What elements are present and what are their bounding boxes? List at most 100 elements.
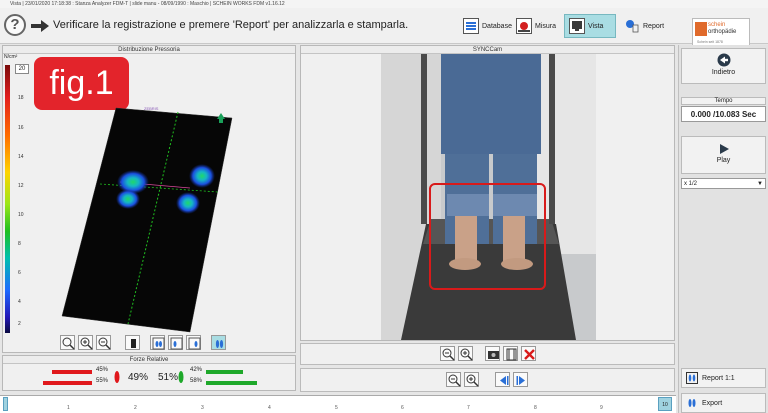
scale-tick: 18 (18, 95, 24, 101)
pressure-panel-title: Distribuzione Pressoria (3, 46, 295, 54)
scale-tick: 10 (18, 212, 24, 218)
instruction-text: Verificare la registrazione e premere 'R… (53, 19, 409, 31)
forces-panel-title: Forze Relative (3, 356, 295, 364)
right-foot-button[interactable] (186, 335, 201, 350)
arrow-right-icon (31, 20, 49, 32)
camera-toolbar-buttons (440, 346, 536, 361)
timeline-tick: 3 (201, 405, 204, 411)
time-label: Tempo (681, 97, 766, 105)
measure-label: Misura (535, 22, 557, 30)
forces-panel: Forze Relative (2, 355, 296, 391)
measure-icon (516, 18, 532, 34)
scale-tick: 12 (18, 183, 24, 189)
measure-button[interactable]: Misura (512, 14, 560, 38)
right-forefoot-pct: 42% (190, 367, 203, 373)
view-button[interactable]: Vista (564, 14, 616, 38)
left-forefoot-bar (52, 370, 92, 374)
database-label: Database (482, 22, 512, 30)
time-value: 0.000 /10.083 Sec (681, 106, 766, 122)
timeline-tick: 5 (335, 405, 338, 411)
report-label: Report (643, 22, 665, 30)
speed-value: x 1/2 (684, 181, 698, 187)
timeline-start-handle[interactable] (3, 397, 8, 411)
export-icon (688, 399, 696, 407)
figure-annotation: fig.1 (34, 57, 129, 110)
left-forefoot-pct: 45% (96, 367, 109, 373)
window-title: Vista | 23/01/2020 17:18:38 : Stanza Ana… (0, 0, 768, 8)
scale-tick: 2 (18, 321, 21, 327)
back-arrow-icon (717, 53, 730, 67)
film-strip-icon[interactable] (503, 346, 518, 361)
report-1to1-icon (686, 372, 698, 384)
view-icon (569, 18, 585, 34)
scale-tick: 8 (18, 241, 21, 247)
right-total-pct: 51% (158, 372, 179, 383)
scale-tick: 14 (18, 154, 24, 160)
logo-line1: orthopädie (708, 29, 737, 35)
logo-line2: schein (708, 22, 726, 28)
feet-view-button[interactable] (150, 335, 165, 350)
brand-text: ZEBRIS (144, 106, 159, 111)
left-rearfoot-bar (43, 381, 92, 385)
timeline-tick: 1 (67, 405, 70, 411)
view-label: Vista (588, 22, 604, 30)
timeline-zoom-out-button[interactable] (446, 372, 461, 387)
main-toolbar: ? Verificare la registrazione e premere … (0, 8, 768, 48)
camera-panel-title: SYNCCam (301, 46, 674, 54)
left-foot-icon (114, 371, 120, 383)
zoom-in-button[interactable] (78, 335, 93, 350)
pressure-toolbar (60, 335, 226, 350)
chevron-down-icon: ▼ (757, 181, 763, 187)
scale-tick: 6 (18, 270, 21, 276)
zoom-fit-button[interactable] (60, 335, 75, 350)
report-button[interactable]: Report (620, 14, 668, 38)
step-forward-button[interactable] (513, 372, 528, 387)
play-button[interactable]: Play (681, 136, 766, 174)
database-icon (463, 18, 479, 34)
right-rearfoot-bar (206, 381, 257, 385)
logo-tagline: Schein seit 1878 (697, 40, 723, 44)
delete-video-icon[interactable] (521, 346, 536, 361)
timeline-tick: 2 (134, 405, 137, 411)
right-forefoot-bar (206, 370, 243, 374)
camera-video-frame (381, 54, 596, 340)
left-total-pct: 49% (128, 372, 149, 383)
step-back-button[interactable] (495, 372, 510, 387)
back-button[interactable]: Indietro (681, 48, 766, 84)
play-icon (719, 144, 729, 154)
timeline-tick: 4 (268, 405, 271, 411)
scale-max-input[interactable]: 20 (15, 64, 29, 74)
right-rearfoot-pct: 58% (190, 378, 203, 384)
back-label: Indietro (711, 69, 736, 76)
camera-snapshot-icon[interactable] (485, 346, 500, 361)
timeline-tick: 9 (600, 405, 603, 411)
database-button[interactable]: Database (459, 14, 516, 38)
cam-zoom-out-button[interactable] (440, 346, 455, 361)
report-icon (624, 18, 640, 34)
left-foot-button[interactable] (168, 335, 183, 350)
timeline[interactable] (0, 395, 676, 413)
timeline-tick: 7 (467, 405, 470, 411)
cam-zoom-in-button[interactable] (458, 346, 473, 361)
timeline-tick: 8 (534, 405, 537, 411)
footprint-toggle-button[interactable] (211, 335, 226, 350)
help-button[interactable]: ? (4, 14, 26, 36)
report-1to1-button[interactable]: Report 1:1 (681, 368, 766, 388)
stop-button[interactable] (125, 335, 140, 350)
export-button[interactable]: Export (681, 393, 766, 413)
export-label: Export (702, 399, 723, 407)
zoom-out-button[interactable] (96, 335, 111, 350)
pressure-plate-view: ZEBRIS (61, 106, 233, 333)
left-rearfoot-pct: 55% (96, 378, 109, 384)
play-label: Play (716, 157, 731, 164)
playback-buttons (446, 372, 528, 387)
scale-tick: 16 (18, 125, 24, 131)
speed-select[interactable]: x 1/2 ▼ (681, 178, 766, 189)
report-1to1-label: Report 1:1 (702, 374, 735, 382)
right-foot-icon (178, 371, 184, 383)
timeline-end-handle[interactable]: 10 (658, 397, 672, 411)
company-logo: schein orthopädie Schein seit 1878 (692, 18, 750, 48)
timeline-zoom-in-button[interactable] (464, 372, 479, 387)
pressure-color-scale: 18 16 14 12 10 8 6 4 2 (5, 53, 24, 333)
timeline-tick: 6 (401, 405, 404, 411)
